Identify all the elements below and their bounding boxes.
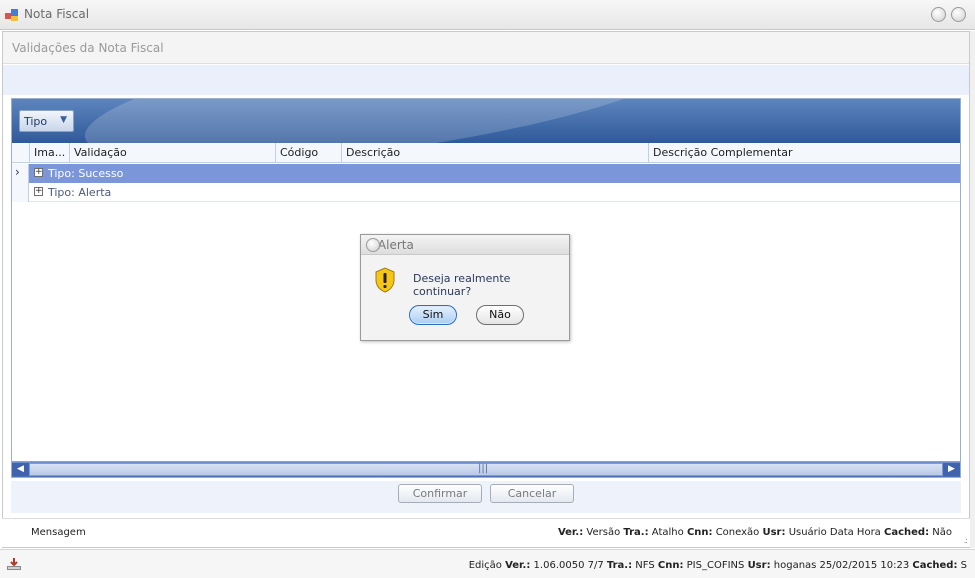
status-tra-label: Tra.: — [623, 527, 649, 538]
cancel-button[interactable]: Cancelar — [490, 484, 574, 503]
footer-tra-value: NFS — [635, 560, 655, 571]
status-bar: Mensagem Ver.: Versão Tra.: Atalho Cnn: … — [2, 518, 970, 547]
window-titlebar: Nota Fiscal — [0, 0, 975, 30]
column-header-row: Ima... Validação Código Descrição Descri… — [12, 143, 960, 163]
status-info: Ver.: Versão Tra.: Atalho Cnn: Conexão U… — [558, 527, 952, 538]
footer-cnn-value: PIS_COFINS — [686, 560, 745, 571]
yes-button[interactable]: Sim — [409, 305, 457, 325]
dialog-close-button[interactable] — [366, 238, 380, 252]
column-header-codigo[interactable]: Código — [275, 143, 341, 163]
status-cached-value: Não — [932, 527, 952, 538]
panel-toolbar-strip — [3, 65, 969, 95]
footer-cnn-label: Cnn: — [657, 560, 684, 571]
app-form-icon — [5, 9, 18, 21]
footer-status-bar: Edição Ver.: 1.06.0050 7/7 Tra.: NFS Cnn… — [0, 549, 975, 578]
dialog-titlebar: :: Alerta — [361, 235, 569, 255]
footer-edition: Edição — [468, 560, 502, 571]
footer-ver-value: 1.06.0050 7/7 — [533, 560, 604, 571]
dialog-message: Deseja realmente continuar? — [413, 272, 511, 298]
column-header-indicator — [12, 143, 29, 163]
panel-header: Validações da Nota Fiscal — [3, 32, 969, 64]
status-message: Mensagem — [31, 527, 86, 538]
column-header-validacao[interactable]: Validação — [69, 143, 275, 163]
expand-plus-icon[interactable]: + — [34, 168, 43, 177]
group-by-chip-tipo[interactable]: Tipo ▼ — [19, 110, 74, 132]
group-row-label: Tipo: Alerta — [48, 186, 112, 199]
warning-icon — [375, 267, 395, 293]
group-row-sucesso[interactable]: › + Tipo: Sucesso — [12, 164, 960, 183]
resize-grip-icon[interactable]: .: — [964, 536, 968, 545]
scrollbar-thumb[interactable]: ||| — [29, 463, 943, 476]
column-header-descricao[interactable]: Descrição — [341, 143, 648, 163]
alert-dialog: :: Alerta Deseja realmente continuar? Si… — [360, 234, 570, 341]
status-cnn-value: Conexão — [715, 527, 760, 538]
window-edge — [970, 31, 975, 548]
column-header-descricao-complementar[interactable]: Descrição Complementar — [648, 143, 960, 163]
close-button[interactable] — [951, 7, 966, 22]
scroll-right-icon[interactable]: ▶ — [943, 463, 960, 476]
status-ver-label: Ver.: — [557, 527, 584, 538]
footer-cached-label: Cached: — [912, 560, 958, 571]
column-header-imagem[interactable]: Ima... — [29, 143, 69, 163]
status-ver-value: Versão — [586, 527, 621, 538]
sort-down-icon[interactable]: ▼ — [60, 115, 67, 125]
current-row-chevron-icon: › — [15, 165, 20, 179]
row-indicator: › — [12, 164, 29, 183]
panel-title: Validações da Nota Fiscal — [12, 41, 164, 55]
footer-ver-label: Ver.: — [505, 560, 531, 571]
group-chip-label: Tipo — [24, 115, 48, 128]
status-usr-label: Usr: — [762, 527, 786, 538]
status-usr-value: Usuário Data Hora — [788, 527, 881, 538]
footer-info: Edição Ver.: 1.06.0050 7/7 Tra.: NFS Cnn… — [469, 560, 967, 571]
group-by-panel: Tipo ▼ — [12, 99, 960, 143]
expand-plus-icon[interactable]: + — [34, 187, 43, 196]
footer-usr-label: Usr: — [747, 560, 771, 571]
footer-cached-value: S — [960, 560, 967, 571]
minimize-button[interactable] — [931, 7, 946, 22]
scroll-left-icon[interactable]: ◀ — [12, 463, 29, 476]
group-bar-decoration — [77, 99, 707, 143]
no-button[interactable]: Não — [476, 305, 524, 325]
confirm-button[interactable]: Confirmar — [398, 484, 482, 503]
row-indicator — [12, 183, 29, 202]
status-cached-label: Cached: — [884, 527, 930, 538]
status-tra-value: Atalho — [651, 527, 684, 538]
scroll-grip-icon: ||| — [478, 463, 489, 474]
group-row-label: Tipo: Sucesso — [48, 167, 124, 180]
footer-tra-label: Tra.: — [606, 560, 633, 571]
action-bar: Confirmar Cancelar — [11, 481, 961, 513]
tray-download-icon[interactable] — [6, 557, 22, 571]
group-row-alerta[interactable]: + Tipo: Alerta — [12, 183, 960, 202]
window-title: Nota Fiscal — [24, 7, 90, 21]
horizontal-scrollbar[interactable]: ◀ ||| ▶ — [12, 461, 960, 477]
footer-usr-value: hoganas 25/02/2015 10:23 — [773, 560, 910, 571]
status-cnn-label: Cnn: — [686, 527, 713, 538]
